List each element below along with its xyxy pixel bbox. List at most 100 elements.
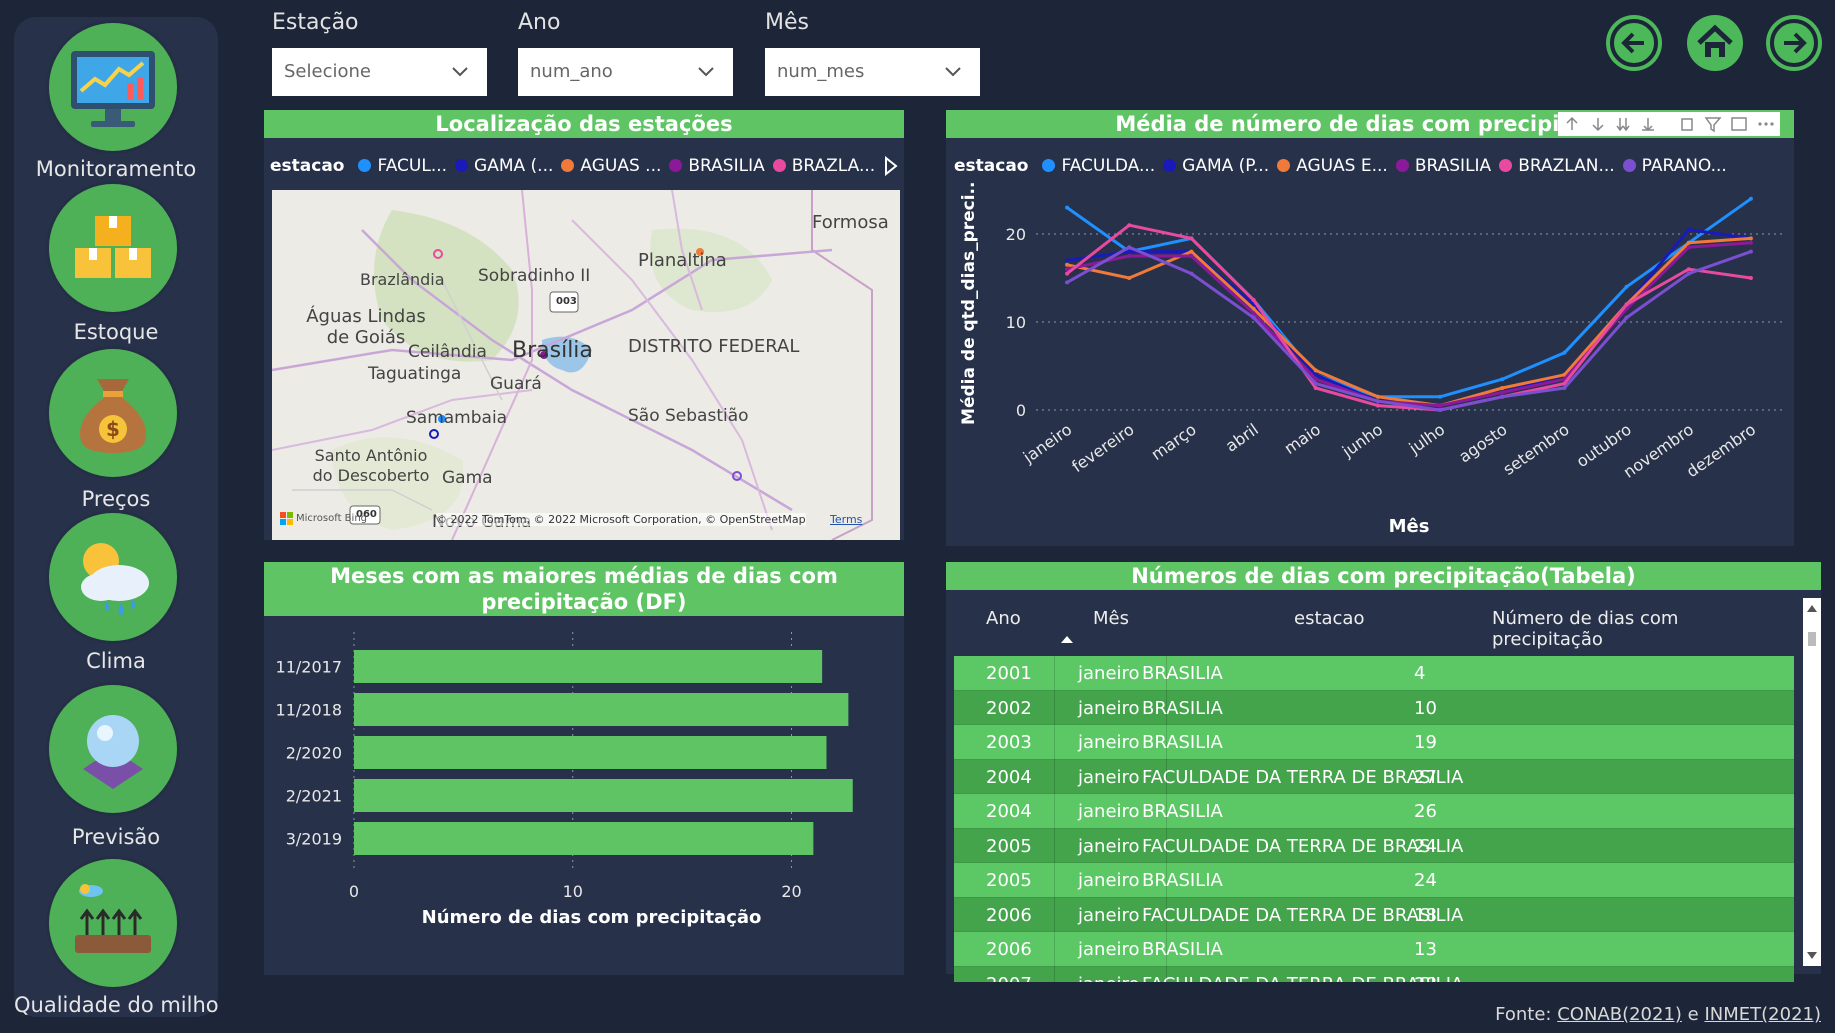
legend-item[interactable]: BRASILIA xyxy=(669,156,765,176)
line-point[interactable] xyxy=(1624,315,1629,320)
line-point[interactable] xyxy=(1251,311,1256,316)
legend-item[interactable]: BRAZLA... xyxy=(772,156,875,176)
line-point[interactable] xyxy=(1686,267,1691,272)
line-point[interactable] xyxy=(1127,276,1132,280)
drill-up-icon[interactable] xyxy=(1566,116,1578,130)
line-point[interactable] xyxy=(1562,386,1567,390)
table-row[interactable]: 2007janeiroFACULDADE DA TERRA DE BRASILI… xyxy=(954,966,1794,982)
line-point[interactable] xyxy=(1375,394,1380,399)
line-point[interactable] xyxy=(1686,245,1691,250)
line-point[interactable] xyxy=(1438,394,1443,399)
scrollbar-thumb[interactable] xyxy=(1808,632,1816,646)
bar[interactable] xyxy=(354,650,823,683)
line-point[interactable] xyxy=(1251,298,1256,302)
expand-all-icon[interactable] xyxy=(1642,118,1654,132)
legend-next-icon[interactable] xyxy=(884,156,898,176)
drill-down-icon[interactable] xyxy=(1592,118,1604,132)
line-point[interactable] xyxy=(1065,262,1070,267)
table-row[interactable]: 2004 janeiro BRASILIA 26 xyxy=(954,794,1794,829)
conab-link[interactable]: CONAB(2021) xyxy=(1557,1004,1682,1025)
line-point[interactable] xyxy=(1127,249,1132,254)
sort-ascending-icon[interactable] xyxy=(1060,634,1074,644)
line-point[interactable] xyxy=(1313,368,1318,373)
line-point[interactable] xyxy=(1065,271,1070,276)
legend-item[interactable]: BRASILIA xyxy=(1395,156,1491,176)
copy-icon[interactable] xyxy=(1681,118,1693,131)
line-point[interactable] xyxy=(1686,240,1691,245)
legend-item[interactable]: BRAZLAN... xyxy=(1499,156,1615,176)
focus-mode-icon[interactable] xyxy=(1731,117,1747,131)
inmet-link[interactable]: INMET(2021) xyxy=(1704,1004,1821,1025)
forward-button[interactable] xyxy=(1766,15,1822,71)
filter-icon[interactable] xyxy=(1704,117,1722,133)
legend-item[interactable]: GAMA (P... xyxy=(1163,156,1269,176)
legend-item[interactable]: GAMA (... xyxy=(455,156,553,176)
table-row[interactable]: 2002 janeiro BRASILIA 10 xyxy=(954,690,1794,725)
table-row[interactable]: 2003 janeiro BRASILIA 19 xyxy=(954,725,1794,760)
line-point[interactable] xyxy=(1127,254,1132,258)
mes-dropdown[interactable]: num_mes xyxy=(765,48,980,96)
line-point[interactable] xyxy=(1127,245,1132,250)
line-point[interactable] xyxy=(1189,271,1194,276)
line-point[interactable] xyxy=(1313,386,1318,390)
bar[interactable] xyxy=(354,779,853,812)
ano-dropdown[interactable]: num_ano xyxy=(518,48,733,96)
expand-next-level-icon[interactable] xyxy=(1616,118,1630,132)
line-point[interactable] xyxy=(1686,271,1691,276)
line-point[interactable] xyxy=(1748,240,1753,245)
column-header-ano[interactable]: Ano xyxy=(986,608,1021,629)
table-row[interactable]: 2005 janeiro BRASILIA 24 xyxy=(954,863,1794,898)
map-terms-link[interactable]: Terms xyxy=(830,513,862,526)
line-point[interactable] xyxy=(1375,399,1380,404)
table-row[interactable]: 2005 janeiro FACULDADE DA TERRA DE BRASILI… xyxy=(954,828,1794,863)
line-point[interactable] xyxy=(1748,249,1753,254)
line-point[interactable] xyxy=(1500,386,1505,390)
estacao-dropdown[interactable]: Selecione xyxy=(272,48,487,96)
line-point[interactable] xyxy=(1438,403,1443,408)
line-point[interactable] xyxy=(1686,227,1691,232)
scroll-up-icon[interactable] xyxy=(1807,605,1817,612)
line-point[interactable] xyxy=(1189,254,1194,258)
legend-item[interactable]: PARANO... xyxy=(1622,156,1727,176)
legend-item[interactable]: FACULDA... xyxy=(1042,156,1155,176)
line-point[interactable] xyxy=(1624,302,1629,307)
legend-item[interactable]: FACUL... xyxy=(358,156,447,176)
line-series[interactable] xyxy=(1066,197,1752,399)
table-scrollbar[interactable] xyxy=(1803,598,1821,966)
bar[interactable] xyxy=(354,693,849,726)
line-point[interactable] xyxy=(1127,223,1132,228)
column-header-numero-dias[interactable]: Número de dias com precipitação xyxy=(1492,608,1794,650)
line-point[interactable] xyxy=(1748,236,1753,241)
line-series[interactable] xyxy=(1066,241,1752,408)
line-point[interactable] xyxy=(1500,390,1505,395)
line-point[interactable] xyxy=(1065,280,1070,285)
station-map[interactable]: Formosa Planaltina Brazlândia Sobradinho… xyxy=(272,190,900,540)
line-point[interactable] xyxy=(1065,267,1070,272)
line-point[interactable] xyxy=(1189,249,1194,254)
legend-item[interactable]: AGUAS ... xyxy=(561,156,661,176)
line-point[interactable] xyxy=(1251,315,1256,320)
legend-item[interactable]: AGUAS E... xyxy=(1277,156,1388,176)
table-row[interactable]: 2006 janeiro BRASILIA 13 xyxy=(954,932,1794,967)
table-row[interactable]: 2004 janeiro FACULDADE DA TERRA DE BRASILI… xyxy=(954,759,1794,794)
line-point[interactable] xyxy=(1189,236,1194,241)
line-point[interactable] xyxy=(1313,381,1318,386)
map-attribution[interactable]: © 2022 TomTom, © 2022 Microsoft Corporat… xyxy=(436,513,806,526)
line-point[interactable] xyxy=(1562,350,1567,355)
column-header-estacao[interactable]: estacao xyxy=(1294,608,1364,629)
line-point[interactable] xyxy=(1624,284,1629,289)
line-point[interactable] xyxy=(1065,205,1070,210)
line-point[interactable] xyxy=(1375,403,1380,408)
column-header-mes[interactable]: Mês xyxy=(1093,608,1129,629)
bar[interactable] xyxy=(354,736,827,769)
line-point[interactable] xyxy=(1500,377,1505,382)
more-options-icon[interactable] xyxy=(1758,122,1774,126)
line-point[interactable] xyxy=(1748,276,1753,280)
scroll-down-icon[interactable] xyxy=(1807,952,1817,959)
table-row[interactable]: 2001 janeiro BRASILIA 4 xyxy=(954,656,1794,691)
line-point[interactable] xyxy=(1438,408,1443,412)
line-point[interactable] xyxy=(1065,258,1070,263)
station-marker[interactable] xyxy=(429,429,439,439)
back-button[interactable] xyxy=(1606,15,1662,71)
line-point[interactable] xyxy=(1500,394,1505,399)
